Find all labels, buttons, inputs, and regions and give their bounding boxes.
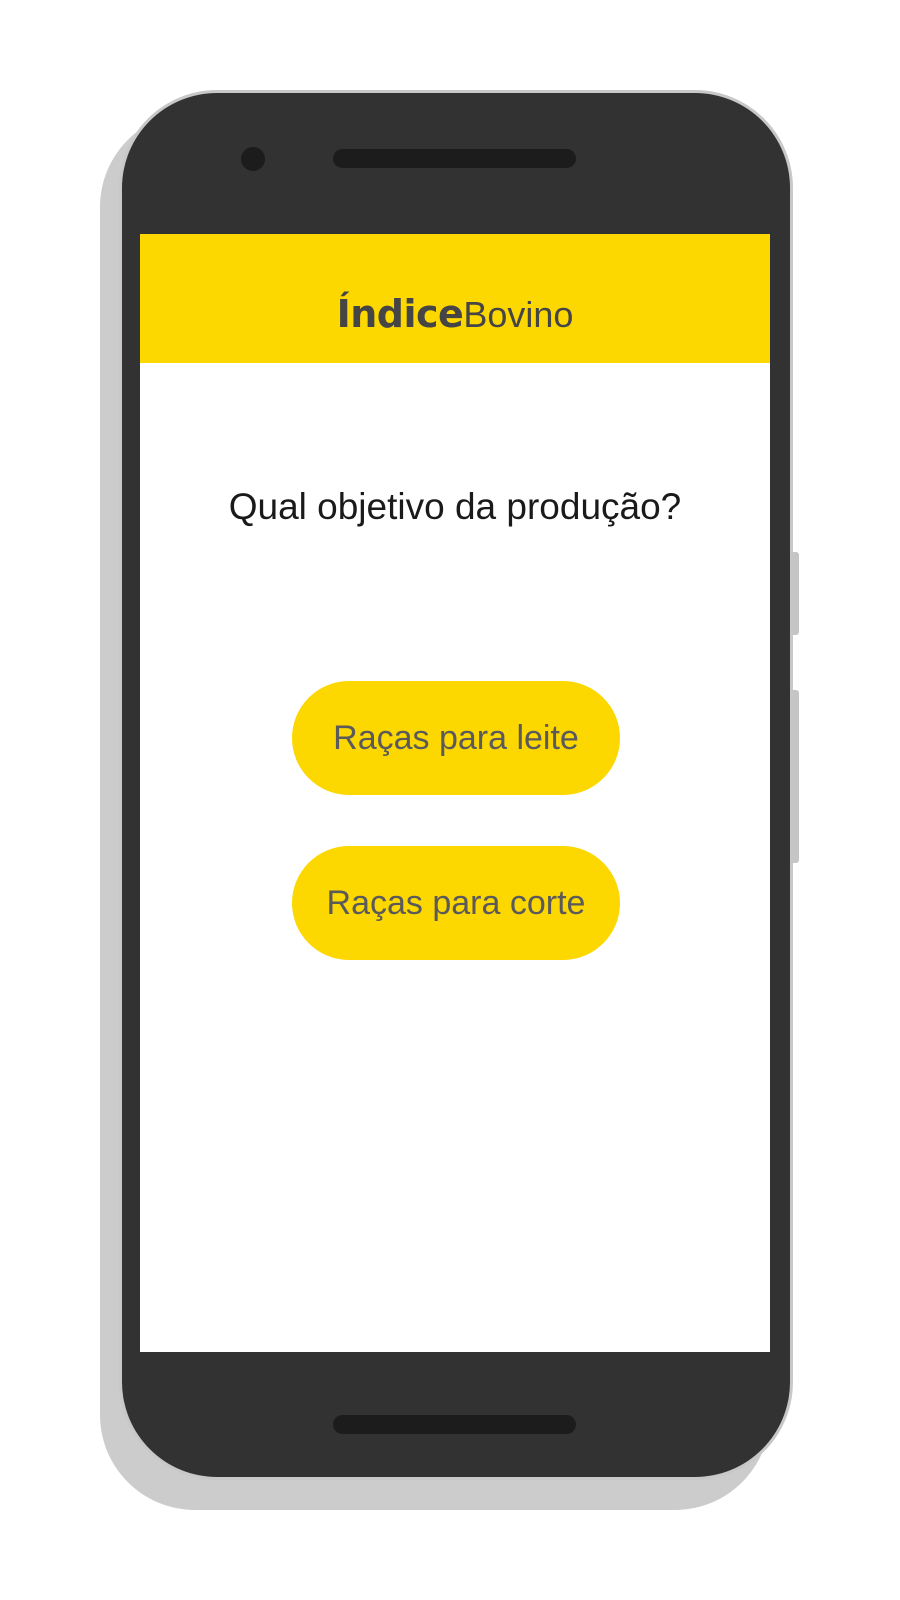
front-camera-icon (241, 147, 265, 171)
earpiece-speaker (333, 149, 576, 168)
power-button (791, 552, 799, 635)
device-mockup: ÍndiceBovino Qual objetivo da produção? … (0, 0, 900, 1600)
app-header: ÍndiceBovino (140, 234, 770, 363)
bottom-speaker (333, 1415, 576, 1434)
milk-breeds-button[interactable]: Raças para leite (292, 681, 620, 795)
logo-bold-text: Índice (336, 292, 464, 336)
app-screen: ÍndiceBovino Qual objetivo da produção? … (140, 234, 770, 1352)
question-heading: Qual objetivo da produção? (228, 486, 682, 527)
volume-button (791, 690, 799, 863)
beef-breeds-button[interactable]: Raças para corte (292, 846, 620, 960)
app-logo: ÍndiceBovino (140, 295, 770, 333)
logo-regular-text: Bovino (463, 294, 574, 335)
